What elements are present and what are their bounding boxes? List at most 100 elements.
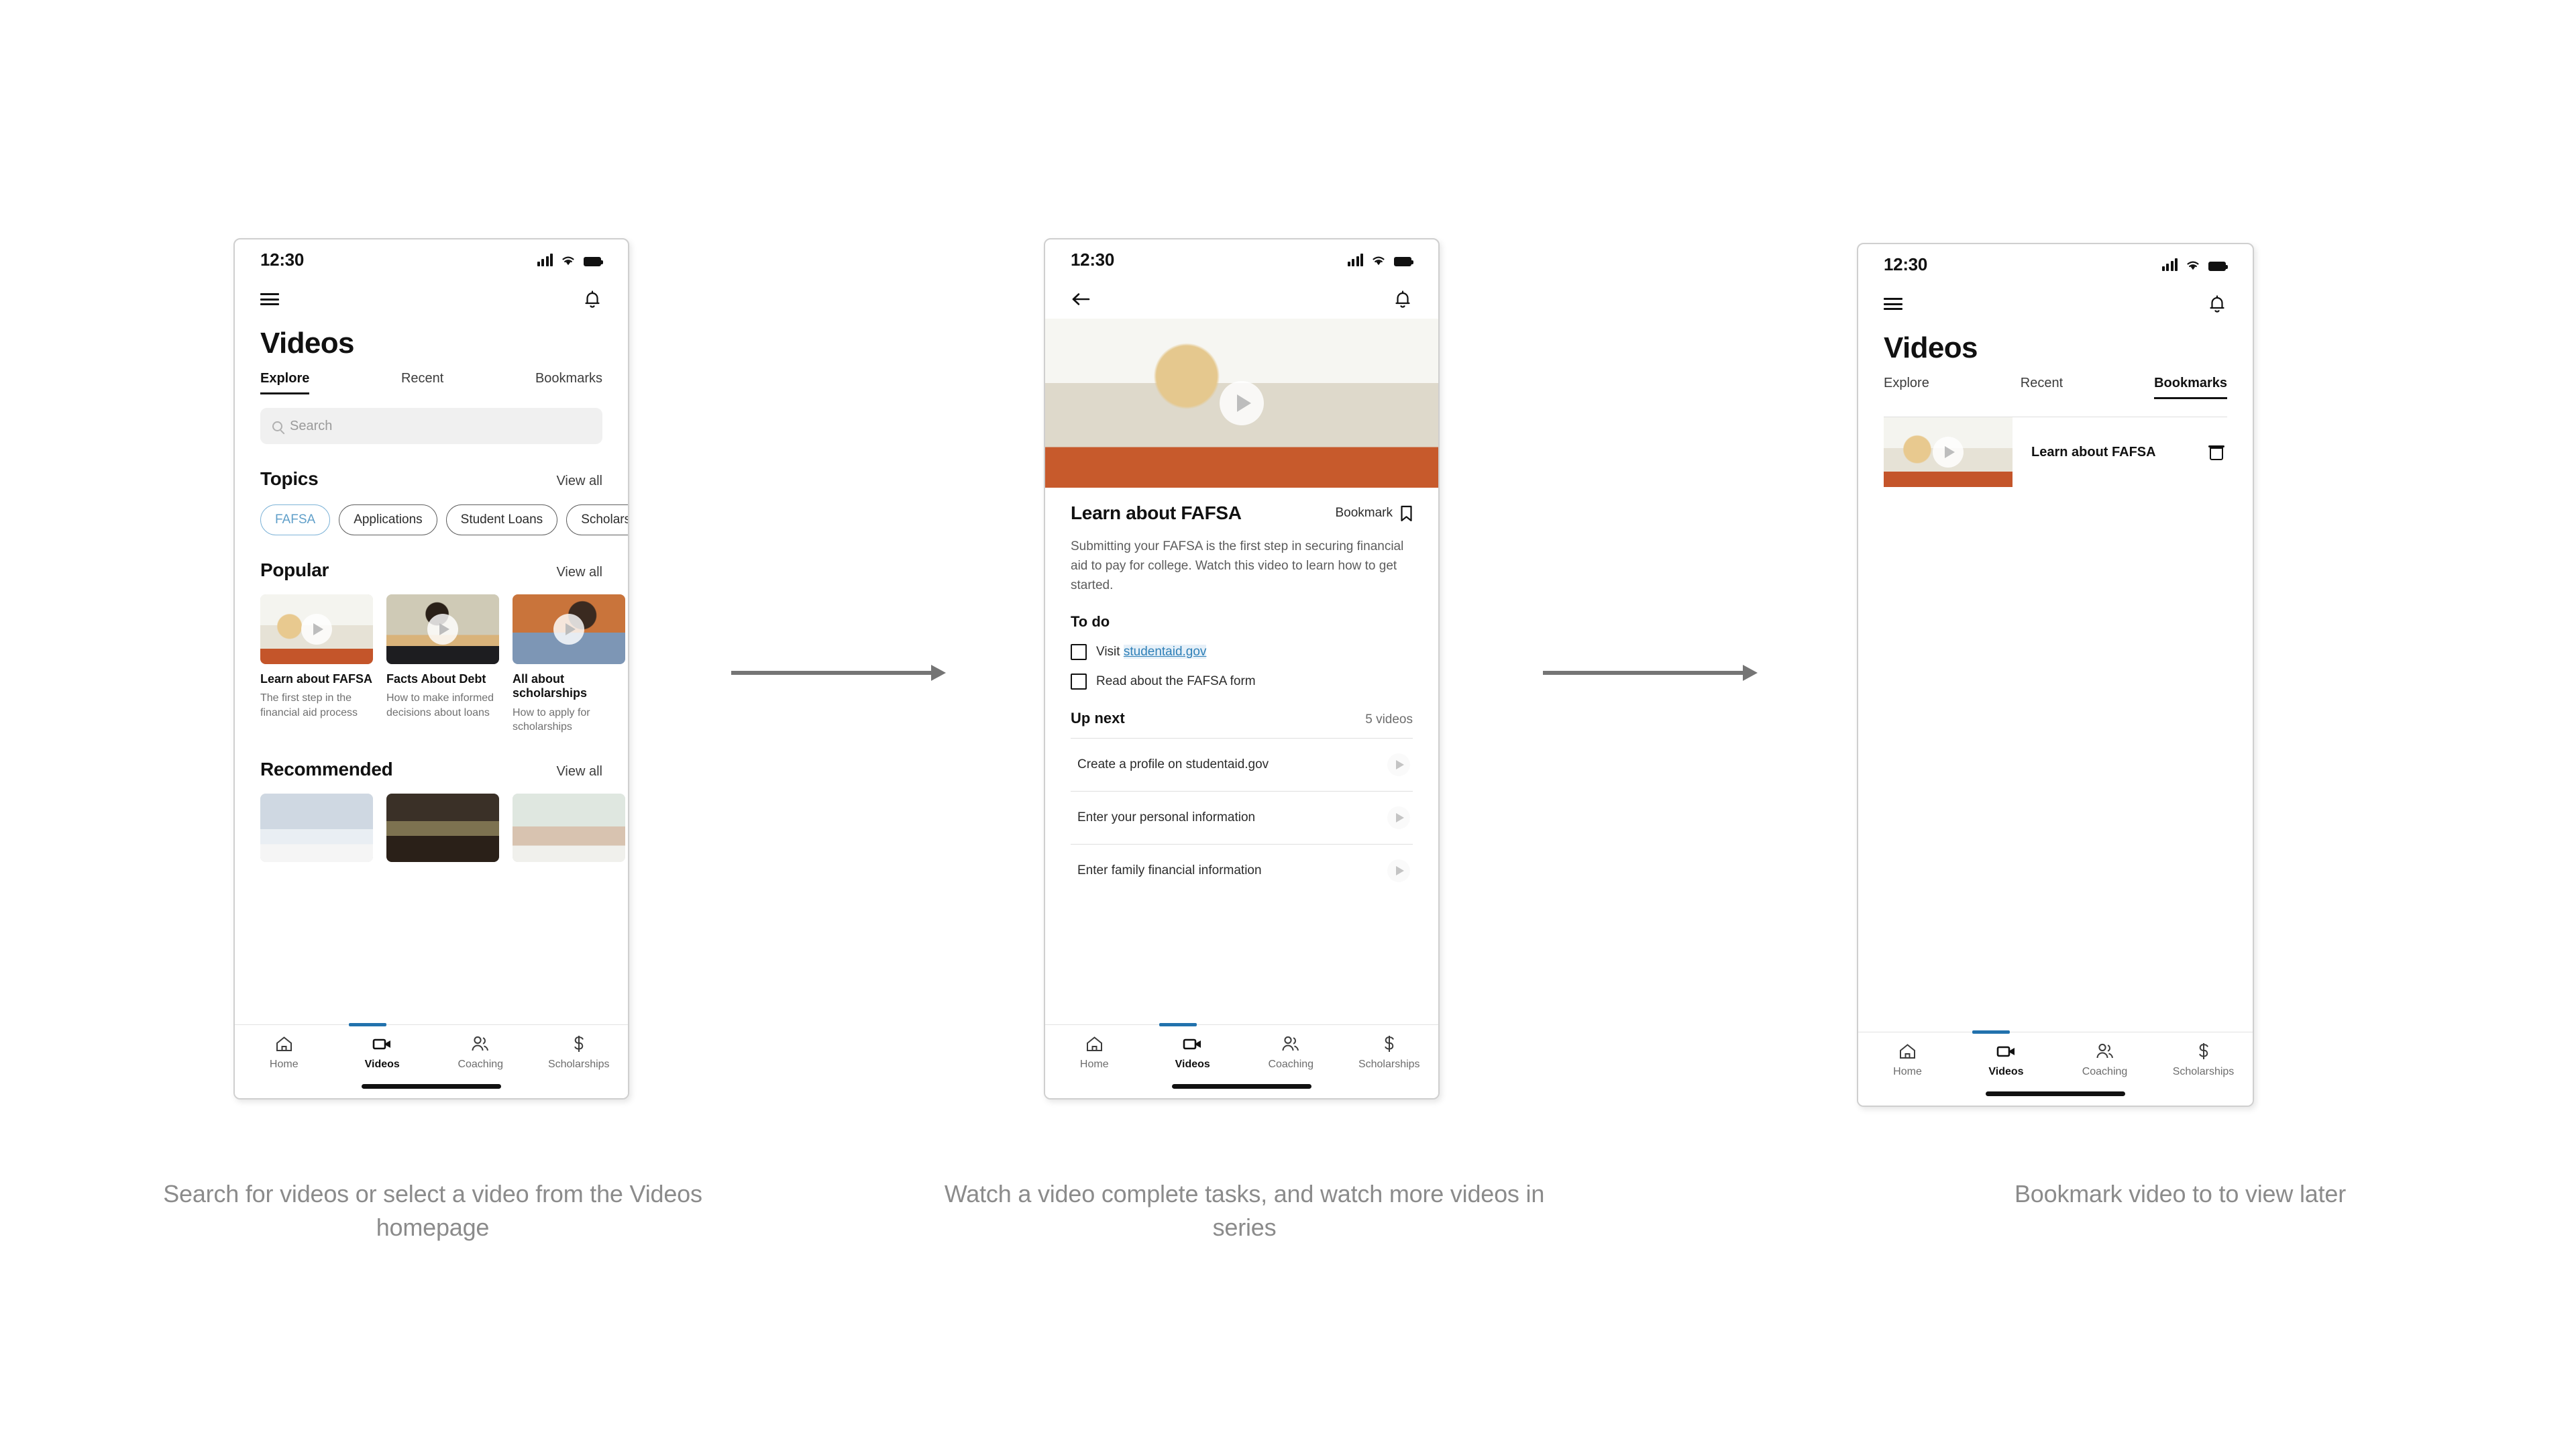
chip-student-loans[interactable]: Student Loans: [445, 504, 558, 536]
home-icon: [274, 1034, 294, 1053]
dollar-icon: [569, 1034, 589, 1053]
tab-recent[interactable]: Recent: [401, 371, 443, 394]
video-thumbnail[interactable]: [260, 594, 373, 665]
upnext-item[interactable]: Create a profile on studentaid.gov: [1071, 737, 1413, 791]
hamburger-menu-icon[interactable]: [260, 293, 279, 305]
search-input[interactable]: Search: [260, 408, 602, 445]
upnext-label: Enter family financial information: [1077, 863, 1262, 877]
todo-label: Read about the FAFSA form: [1096, 674, 1256, 688]
tab-bookmarks[interactable]: Bookmarks: [2154, 376, 2227, 400]
upnext-item[interactable]: Enter family financial information: [1071, 843, 1413, 897]
nav-item-scholarships[interactable]: Scholarships: [530, 1034, 629, 1071]
play-icon[interactable]: [1387, 753, 1410, 776]
bell-icon[interactable]: [2208, 294, 2226, 314]
nav-item-home[interactable]: Home: [1858, 1042, 1957, 1078]
video-thumbnail[interactable]: [386, 594, 499, 665]
todo-item[interactable]: Visit studentaid.gov: [1071, 643, 1413, 660]
video-card[interactable]: [386, 793, 499, 862]
nav-label: Home: [1079, 1059, 1109, 1070]
caption-step-3: Bookmark video to to view later: [2014, 1180, 2347, 1208]
hero-video-player[interactable]: [1045, 319, 1438, 488]
play-icon[interactable]: [1387, 806, 1410, 829]
nav-label: Home: [1893, 1066, 1922, 1077]
nav-item-scholarships[interactable]: Scholarships: [2154, 1042, 2253, 1078]
chip-applications[interactable]: Applications: [339, 504, 437, 536]
tab-recent[interactable]: Recent: [2021, 376, 2063, 399]
nav-item-home[interactable]: Home: [1045, 1034, 1144, 1071]
nav-item-coaching[interactable]: Coaching: [431, 1034, 530, 1071]
upnext-count: 5 videos: [1365, 712, 1413, 727]
video-thumbnail[interactable]: [513, 793, 625, 862]
video-thumbnail[interactable]: [260, 793, 373, 862]
todo-checkbox[interactable]: [1071, 673, 1087, 690]
popular-section-header: Popular View all: [235, 559, 628, 581]
bookmark-button[interactable]: Bookmark: [1335, 505, 1413, 522]
topics-view-all[interactable]: View all: [556, 474, 602, 489]
phone-screen-bookmarks: 12:30 Videos Explore Recent Bookmarks Le…: [1857, 243, 2254, 1107]
active-tab-indicator: [1159, 1023, 1197, 1026]
recommended-section-header: Recommended View all: [235, 759, 628, 780]
upnext-item[interactable]: Enter your personal information: [1071, 790, 1413, 844]
play-icon[interactable]: [301, 614, 332, 645]
hamburger-menu-icon[interactable]: [1884, 298, 1902, 310]
todo-item[interactable]: Read about the FAFSA form: [1071, 673, 1413, 690]
nav-label: Coaching: [458, 1059, 504, 1070]
play-icon[interactable]: [1387, 859, 1410, 882]
play-icon[interactable]: [427, 614, 458, 645]
studentaid-link[interactable]: studentaid.gov: [1123, 644, 1207, 659]
trash-icon[interactable]: [2208, 444, 2224, 461]
back-arrow-icon[interactable]: [1071, 292, 1091, 307]
tab-bar: Explore Recent Bookmarks: [235, 359, 628, 395]
nav-item-coaching[interactable]: Coaching: [2055, 1042, 2154, 1078]
video-card[interactable]: All about scholarships How to apply for …: [513, 594, 625, 735]
todo-checkbox[interactable]: [1071, 643, 1087, 660]
caption-step-2: Watch a video complete tasks, and watch …: [944, 1180, 1545, 1241]
todo-text-prefix: Visit: [1096, 644, 1124, 659]
nav-item-scholarships[interactable]: Scholarships: [1340, 1034, 1439, 1071]
upnext-list: Create a profile on studentaid.gov Enter…: [1071, 737, 1413, 897]
bell-icon[interactable]: [584, 289, 601, 309]
bookmark-row[interactable]: Learn about FAFSA: [1884, 417, 2227, 488]
status-bar-clock: 12:30: [1884, 254, 1927, 274]
status-bar-icons: [537, 253, 603, 266]
video-card[interactable]: Facts About Debt How to make informed de…: [386, 594, 499, 735]
recommended-title: Recommended: [260, 758, 393, 780]
status-bar-icons: [2161, 258, 2228, 271]
tab-explore[interactable]: Explore: [1884, 376, 1929, 399]
thumbnail-image: [386, 793, 499, 862]
page-title: Videos: [260, 327, 354, 360]
bell-icon[interactable]: [1394, 289, 1411, 309]
nav-item-videos[interactable]: Videos: [333, 1034, 432, 1071]
nav-label: Videos: [1175, 1059, 1210, 1070]
popular-view-all[interactable]: View all: [556, 565, 602, 580]
active-tab-indicator: [349, 1023, 386, 1026]
nav-item-home[interactable]: Home: [235, 1034, 333, 1071]
play-icon[interactable]: [553, 614, 584, 645]
video-card-title: All about scholarships: [513, 672, 588, 700]
flow-arrow-2: [1543, 671, 1744, 675]
caption-step-1: Search for videos or select a video from…: [163, 1180, 702, 1241]
video-card[interactable]: [260, 793, 373, 862]
flow-diagram-canvas: 12:30 Videos Explore Recent Bookmarks Se…: [0, 0, 2576, 1449]
play-icon[interactable]: [1220, 381, 1264, 425]
battery-icon: [2208, 261, 2228, 271]
recommended-view-all[interactable]: View all: [556, 764, 602, 780]
search-placeholder: Search: [290, 418, 333, 433]
video-description: Submitting your FAFSA is the first step …: [1071, 539, 1404, 592]
chip-scholarships[interactable]: Scholarships: [566, 504, 628, 536]
chip-fafsa[interactable]: FAFSA: [260, 504, 331, 536]
dollar-icon: [2194, 1042, 2214, 1061]
tab-bookmarks[interactable]: Bookmarks: [535, 371, 602, 394]
nav-item-coaching[interactable]: Coaching: [1242, 1034, 1340, 1071]
play-icon[interactable]: [1933, 437, 1964, 468]
nav-item-videos[interactable]: Videos: [1144, 1034, 1242, 1071]
video-thumbnail[interactable]: [1884, 417, 2012, 488]
video-card[interactable]: [513, 793, 625, 862]
tab-explore[interactable]: Explore: [260, 371, 310, 395]
video-card-subtitle: How to apply for scholarships: [513, 706, 590, 733]
video-thumbnail[interactable]: [386, 793, 499, 862]
video-card[interactable]: Learn about FAFSA The first step in the …: [260, 594, 373, 735]
topic-chip-row[interactable]: FAFSA Applications Student Loans Scholar…: [235, 490, 628, 536]
video-thumbnail[interactable]: [513, 594, 625, 665]
nav-item-videos[interactable]: Videos: [1957, 1042, 2055, 1078]
